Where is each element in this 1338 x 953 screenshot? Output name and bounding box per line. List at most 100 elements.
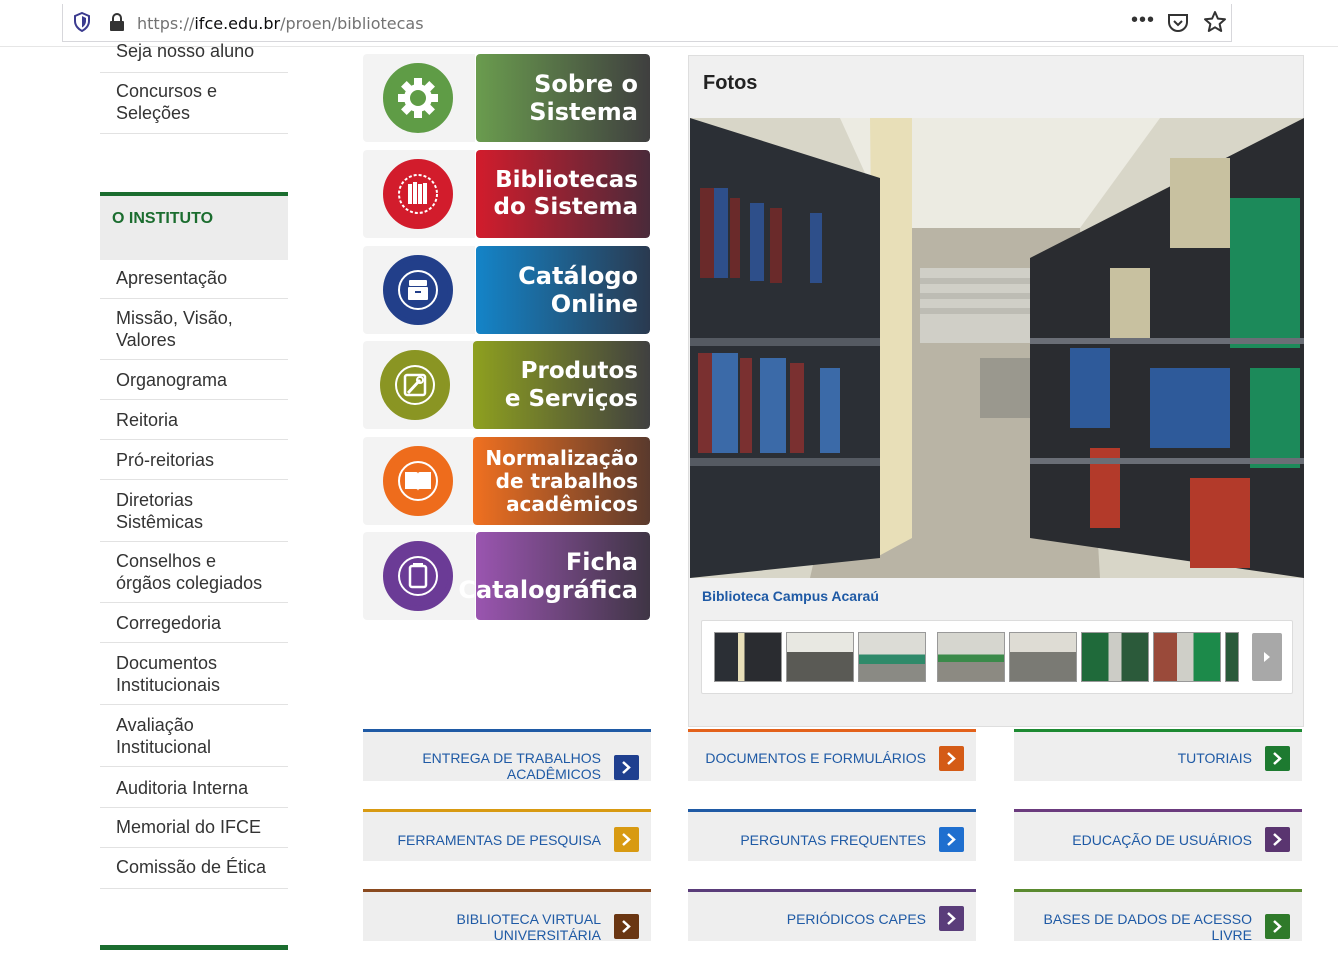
gallery-title: Fotos bbox=[703, 72, 758, 94]
link-ferramentas-pesquisa[interactable]: FERRAMENTAS DE PESQUISA bbox=[363, 809, 651, 861]
section-header-instituto: O INSTITUTO bbox=[100, 192, 288, 260]
banner-label-bg: Sobre o Sistema bbox=[476, 54, 650, 142]
chevron-right-icon[interactable] bbox=[614, 755, 639, 780]
tracking-shield-icon[interactable] bbox=[73, 12, 91, 32]
sidebar-item-missao[interactable]: Missão, Visão, Valores bbox=[100, 307, 233, 351]
sidebar-item-avaliacao[interactable]: Avaliação Institucional bbox=[100, 714, 211, 758]
banner-sobre-sistema[interactable]: Sobre o Sistema bbox=[363, 54, 650, 142]
sidebar-item-organograma[interactable]: Organograma bbox=[100, 369, 227, 391]
link-biblioteca-virtual[interactable]: BIBLIOTECA VIRTUAL UNIVERSITÁRIA bbox=[363, 889, 651, 943]
link-tutoriais[interactable]: TUTORIAIS bbox=[1014, 729, 1302, 781]
thumbnail[interactable] bbox=[858, 632, 926, 682]
card-icon bbox=[383, 541, 453, 611]
link-label: TUTORIAIS bbox=[1177, 750, 1252, 766]
thumbnail[interactable] bbox=[1081, 632, 1149, 682]
banner-label: Sobre o Sistema bbox=[529, 70, 638, 126]
sidebar-item-apresentacao[interactable]: Apresentação bbox=[100, 267, 227, 289]
sidebar-item-conselhos[interactable]: Conselhos e órgãos colegiados bbox=[100, 550, 262, 594]
lock-icon[interactable] bbox=[109, 12, 125, 32]
link-label: DOCUMENTOS E FORMULÁRIOS bbox=[705, 750, 926, 766]
banner-ficha-catalografica[interactable]: Ficha Catalográfica bbox=[363, 532, 650, 620]
link-entrega-trabalhos[interactable]: ENTREGA DE TRABALHOS ACADÊMICOS bbox=[363, 729, 651, 782]
link-label: BASES DE DADOS DE ACESSO LIVRE bbox=[1043, 911, 1252, 943]
banner-label: Catálogo Online bbox=[518, 262, 638, 318]
banner-label: Bibliotecas do Sistema bbox=[493, 167, 639, 220]
link-documentos-formularios[interactable]: DOCUMENTOS E FORMULÁRIOS bbox=[688, 729, 976, 781]
section-bar bbox=[100, 945, 288, 950]
sidebar-item-pro-reitorias[interactable]: Pró-reitorias bbox=[100, 449, 214, 471]
banner-label: Produtos e Serviços bbox=[504, 358, 638, 412]
banner-label-bg: Catálogo Online bbox=[476, 246, 650, 334]
divider bbox=[100, 439, 288, 440]
thumbnail-strip bbox=[701, 620, 1293, 694]
chevron-right-icon[interactable] bbox=[939, 746, 964, 771]
link-perguntas-frequentes[interactable]: PERGUNTAS FREQUENTES bbox=[688, 809, 976, 861]
banner-label-bg: Normalização de trabalhos acadêmicos bbox=[473, 437, 650, 525]
tools-icon bbox=[380, 350, 450, 420]
banner-produtos-servicos[interactable]: Produtos e Serviços bbox=[363, 341, 650, 429]
link-bases-dados[interactable]: BASES DE DADOS DE ACESSO LIVRE bbox=[1014, 889, 1302, 943]
chevron-right-icon[interactable] bbox=[939, 906, 964, 931]
link-educacao-usuarios[interactable]: EDUCAÇÃO DE USUÁRIOS bbox=[1014, 809, 1302, 861]
sidebar-item-concursos[interactable]: Concursos e Seleções bbox=[100, 80, 217, 124]
divider bbox=[100, 298, 288, 299]
link-label: PERIÓDICOS CAPES bbox=[786, 911, 926, 927]
sidebar-item-reitoria[interactable]: Reitoria bbox=[100, 409, 178, 431]
sidebar-item-memorial[interactable]: Memorial do IFCE bbox=[100, 816, 261, 838]
thumbnail[interactable] bbox=[1153, 632, 1221, 682]
photo-caption[interactable]: Biblioteca Campus Acaraú bbox=[702, 588, 879, 604]
banner-normalizacao[interactable]: Normalização de trabalhos acadêmicos bbox=[363, 437, 650, 525]
sidebar-item-comissao-etica[interactable]: Comissão de Ética bbox=[100, 856, 266, 878]
divider bbox=[100, 807, 288, 808]
sidebar-item-seja-nosso-aluno[interactable]: Seja nosso aluno bbox=[100, 40, 254, 62]
book-icon bbox=[383, 446, 453, 516]
page-actions-menu-icon[interactable]: ••• bbox=[1131, 9, 1155, 32]
next-arrow-button[interactable] bbox=[1252, 633, 1282, 681]
divider bbox=[100, 72, 288, 73]
bookmark-star-icon[interactable] bbox=[1203, 10, 1227, 34]
url-text[interactable]: https://ifce.edu.br/proen/bibliotecas bbox=[137, 14, 424, 33]
library-photo[interactable] bbox=[690, 118, 1304, 578]
sidebar-item-auditoria[interactable]: Auditoria Interna bbox=[100, 777, 248, 799]
chevron-right-icon[interactable] bbox=[614, 914, 639, 939]
banner-bibliotecas-sistema[interactable]: Bibliotecas do Sistema bbox=[363, 150, 650, 238]
chevron-right-icon[interactable] bbox=[1265, 827, 1290, 852]
banner-label-bg: Bibliotecas do Sistema bbox=[476, 150, 650, 238]
banner-label: Normalização de trabalhos acadêmicos bbox=[485, 445, 638, 516]
chevron-right-icon[interactable] bbox=[939, 827, 964, 852]
divider bbox=[100, 847, 288, 848]
divider bbox=[100, 704, 288, 705]
gear-icon bbox=[383, 63, 453, 133]
link-label: EDUCAÇÃO DE USUÁRIOS bbox=[1072, 832, 1252, 848]
pocket-icon[interactable] bbox=[1167, 12, 1189, 34]
sidebar-item-corregedoria[interactable]: Corregedoria bbox=[100, 612, 221, 634]
divider bbox=[100, 766, 288, 767]
thumbnail[interactable] bbox=[937, 632, 1005, 682]
photo-gallery: Fotos Biblioteca Campus Acaraú bbox=[688, 55, 1304, 727]
banner-label: Ficha Catalográfica bbox=[458, 548, 638, 604]
divider bbox=[100, 133, 288, 134]
divider bbox=[100, 359, 288, 360]
banner-catalogo-online[interactable]: Catálogo Online bbox=[363, 246, 650, 334]
link-label: BIBLIOTECA VIRTUAL UNIVERSITÁRIA bbox=[456, 911, 601, 943]
catalog-icon bbox=[383, 255, 453, 325]
link-label: PERGUNTAS FREQUENTES bbox=[740, 832, 926, 848]
thumbnail[interactable] bbox=[714, 632, 782, 682]
thumbnail[interactable] bbox=[1009, 632, 1077, 682]
books-icon bbox=[383, 159, 453, 229]
thumbnail[interactable] bbox=[1225, 632, 1239, 682]
divider bbox=[100, 642, 288, 643]
section-title: O INSTITUTO bbox=[112, 210, 214, 227]
chevron-right-icon[interactable] bbox=[1265, 914, 1290, 939]
link-label: ENTREGA DE TRABALHOS ACADÊMICOS bbox=[422, 750, 601, 782]
sidebar-item-documentos[interactable]: Documentos Institucionais bbox=[100, 652, 220, 696]
link-label: FERRAMENTAS DE PESQUISA bbox=[397, 832, 601, 848]
address-bar[interactable]: https://ifce.edu.br/proen/bibliotecas ••… bbox=[62, 4, 1232, 42]
chevron-right-icon bbox=[1264, 652, 1270, 662]
sidebar-item-diretorias[interactable]: Diretorias Sistêmicas bbox=[100, 489, 203, 533]
link-periodicos-capes[interactable]: PERIÓDICOS CAPES bbox=[688, 889, 976, 941]
thumbnail[interactable] bbox=[786, 632, 854, 682]
chevron-right-icon[interactable] bbox=[614, 827, 639, 852]
chevron-right-icon[interactable] bbox=[1265, 746, 1290, 771]
divider bbox=[100, 888, 288, 889]
